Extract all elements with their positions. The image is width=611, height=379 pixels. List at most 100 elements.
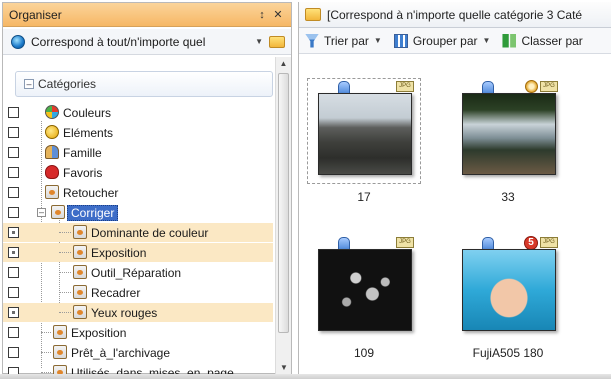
tree-line <box>59 312 71 313</box>
organiser-panel: Organiser ↕ ✕ Correspond à tout/n'import… <box>2 2 292 375</box>
checkbox[interactable] <box>8 147 19 158</box>
category-label: Prêt_à_l'archivage <box>71 345 171 360</box>
element-icon <box>45 125 59 139</box>
category-item-exposition-child[interactable]: Exposition <box>3 243 273 262</box>
category-label: Recadrer <box>91 285 141 300</box>
thumbnail-item[interactable]: JPG 109 <box>303 234 425 364</box>
pin-icon[interactable]: ↕ <box>255 9 269 21</box>
checkbox[interactable] <box>8 127 19 138</box>
checkbox[interactable] <box>8 167 19 178</box>
filter-icon <box>305 33 319 48</box>
tag-icon <box>73 225 87 239</box>
tree-line <box>59 292 71 293</box>
group-button[interactable]: Grouper par ▼ <box>393 33 490 48</box>
close-icon[interactable]: ✕ <box>271 8 285 21</box>
globe-icon <box>11 34 25 49</box>
sort-button[interactable]: Trier par ▼ <box>305 33 382 48</box>
category-label-selected: Corriger <box>67 204 119 221</box>
tag-icon <box>73 265 87 279</box>
folder-icon[interactable] <box>269 35 285 48</box>
category-item-famille[interactable]: Famille <box>3 143 273 162</box>
category-item-recadrer[interactable]: Recadrer <box>3 283 273 302</box>
categories-header-label: Catégories <box>38 77 97 91</box>
thumbnail-item[interactable]: JPG 17 <box>303 78 425 208</box>
classify-label: Classer par <box>521 33 583 48</box>
sort-arrows-icon <box>502 33 517 48</box>
category-label: Favoris <box>63 165 103 180</box>
tag-icon <box>73 285 87 299</box>
photo-image <box>462 93 556 175</box>
checkbox[interactable] <box>8 287 19 298</box>
thumbnail-item[interactable]: JPG 33 <box>447 78 569 208</box>
category-label: Exposition <box>71 325 127 340</box>
tag-icon <box>53 325 67 339</box>
category-item-corriger[interactable]: – Corriger <box>3 203 273 222</box>
category-label: Exposition <box>91 245 147 260</box>
category-item-exposition[interactable]: Exposition <box>3 323 273 342</box>
thumbnail-caption: FujiA505 180 <box>472 346 544 360</box>
group-label: Grouper par <box>412 33 478 48</box>
path-bar: [Correspond à n'importe quelle catégorie… <box>299 2 611 28</box>
stack-count-badge: 5 <box>524 236 538 250</box>
heart-icon <box>45 165 59 179</box>
category-label: Couleurs <box>63 105 112 120</box>
tree-scrollbar[interactable]: ▲ ▼ <box>275 57 291 375</box>
category-item-dominante[interactable]: Dominante de couleur <box>3 223 273 242</box>
status-strip <box>0 374 611 379</box>
jpg-badge-icon: JPG <box>396 237 414 248</box>
thumbnail-frame: 5 JPG <box>451 234 565 340</box>
categories-header[interactable]: – Catégories <box>15 71 273 97</box>
category-label: Dominante de couleur <box>91 225 209 240</box>
thumbnail-frame: JPG <box>307 78 421 184</box>
jpg-badge-icon: JPG <box>396 81 414 92</box>
match-mode-selector[interactable]: Correspond à tout/n'importe quel ▼ <box>3 29 291 55</box>
tag-icon <box>73 245 87 259</box>
match-mode-label: Correspond à tout/n'importe quel <box>31 34 206 49</box>
collapse-icon[interactable]: – <box>37 208 46 217</box>
jpg-badge-icon: JPG <box>540 237 558 248</box>
checkbox[interactable] <box>8 347 19 358</box>
category-item-yeux-rouges[interactable]: Yeux rouges <box>3 303 273 322</box>
checkbox[interactable] <box>8 327 19 338</box>
scroll-thumb[interactable] <box>278 73 289 333</box>
category-item-pret-archivage[interactable]: Prêt_à_l'archivage <box>3 343 273 362</box>
path-text: [Correspond à n'importe quelle catégorie… <box>327 7 583 22</box>
tree-line <box>59 232 71 233</box>
thumbnail-caption: 33 <box>501 190 515 204</box>
checkbox[interactable] <box>8 247 19 258</box>
category-item-elements[interactable]: Eléments <box>3 123 273 142</box>
tree-line <box>59 272 71 273</box>
clock-icon <box>525 80 538 93</box>
collapse-icon[interactable]: – <box>24 79 34 89</box>
thumbnail-frame: JPG <box>307 234 421 340</box>
checkbox[interactable] <box>8 107 19 118</box>
tag-icon <box>73 305 87 319</box>
thumbnail-grid: JPG 17 JPG 33 JPG 109 5 JPG FujiA505 180 <box>299 58 611 374</box>
scroll-down-icon[interactable]: ▼ <box>276 361 292 375</box>
dropdown-arrow-icon[interactable]: ▼ <box>255 37 263 46</box>
category-item-couleurs[interactable]: Couleurs <box>3 103 273 122</box>
checkbox[interactable] <box>8 227 19 238</box>
checkbox[interactable] <box>8 307 19 318</box>
browser-panel: [Correspond à n'importe quelle catégorie… <box>298 2 611 374</box>
checkbox[interactable] <box>8 187 19 198</box>
classify-button[interactable]: Classer par <box>502 33 583 48</box>
category-item-favoris[interactable]: Favoris <box>3 163 273 182</box>
tag-icon <box>51 205 65 219</box>
checkbox[interactable] <box>8 267 19 278</box>
sort-label: Trier par <box>324 33 369 48</box>
checkbox[interactable] <box>8 207 19 218</box>
tree-line <box>41 372 51 373</box>
category-item-retoucher[interactable]: Retoucher <box>3 183 273 202</box>
jpg-badge-icon: JPG <box>540 81 558 92</box>
family-icon <box>45 145 59 159</box>
photo-image <box>318 93 412 175</box>
category-tree: – Catégories Couleurs Eléments Famille F… <box>3 59 275 375</box>
tree-line <box>41 332 51 333</box>
scroll-up-icon[interactable]: ▲ <box>276 57 291 71</box>
organiser-title: Organiser <box>9 7 62 22</box>
category-item-outil-reparation[interactable]: Outil_Réparation <box>3 263 273 282</box>
thumbnail-item[interactable]: 5 JPG FujiA505 180 <box>447 234 569 364</box>
tag-icon <box>53 345 67 359</box>
category-label: Eléments <box>63 125 114 140</box>
